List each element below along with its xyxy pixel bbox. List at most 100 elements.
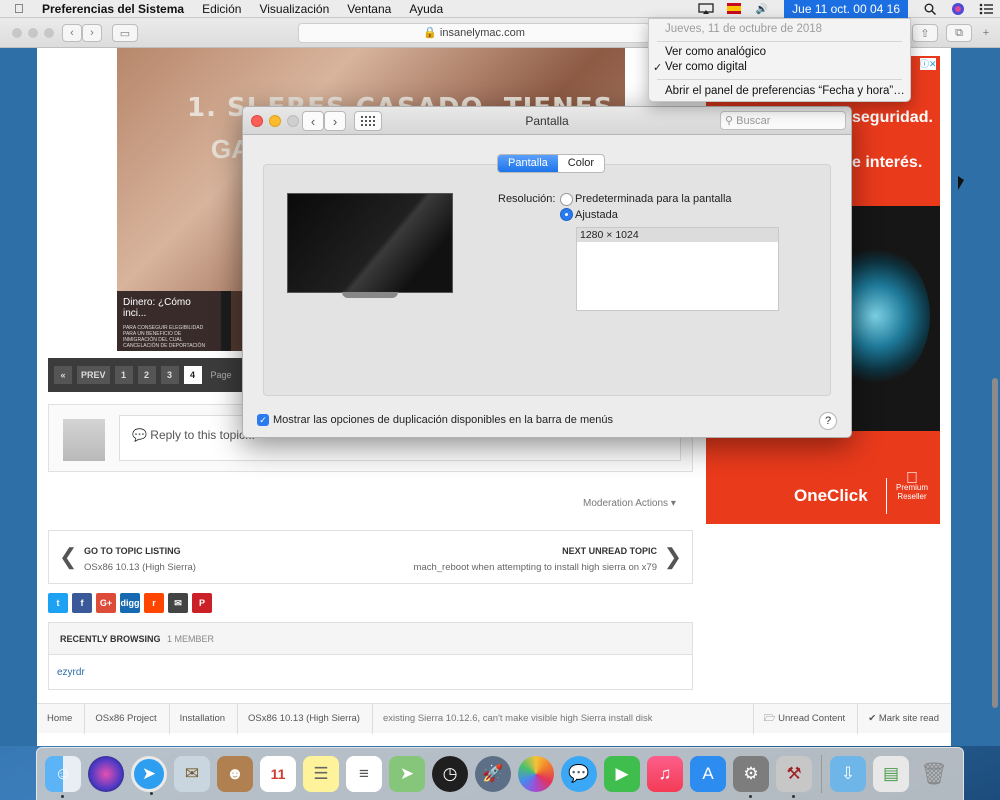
utility-icon[interactable]: ⚒ <box>776 756 812 798</box>
itunes-icon[interactable]: ♫ <box>647 756 683 792</box>
new-tab-icon[interactable]: + <box>976 24 996 42</box>
chevron-right-icon[interactable]: ❯ <box>664 544 682 570</box>
page-2-button[interactable]: 2 <box>137 366 156 384</box>
checkmark-icon: ✔ <box>868 713 879 724</box>
share-button[interactable]: digg <box>120 593 140 613</box>
radio-default-resolution[interactable] <box>560 193 573 206</box>
scroll-thumb[interactable] <box>992 378 998 708</box>
clock-menu: Jueves, 11 de octubre de 2018 Ver como a… <box>648 18 911 102</box>
input-source-flag-icon[interactable] <box>725 2 743 16</box>
finder-icon[interactable]: ☺ <box>45 756 81 798</box>
mark-site-read-link[interactable]: ✔ Mark site read <box>857 703 951 734</box>
menu-edicion[interactable]: Edición <box>202 2 241 16</box>
siri-icon[interactable] <box>88 756 124 792</box>
menu-ventana[interactable]: Ventana <box>347 2 391 16</box>
member-link[interactable]: ezyrdr <box>49 655 692 690</box>
facetime-icon[interactable]: ▶ <box>604 756 640 792</box>
current-page-button[interactable]: 4 <box>183 366 202 384</box>
prefs-search-field[interactable]: ⚲ Buscar <box>720 111 846 130</box>
running-indicator <box>150 792 153 795</box>
mirror-options-checkbox[interactable]: ✓ <box>257 414 269 426</box>
mirror-options-label[interactable]: Mostrar las opciones de duplicación disp… <box>273 414 613 426</box>
sidebar-toggle-icon[interactable]: ▭ <box>112 24 138 42</box>
siri-icon[interactable] <box>949 2 967 16</box>
maps-icon[interactable]: ➤ <box>389 756 425 792</box>
spotlight-search-icon[interactable] <box>921 2 939 16</box>
chevron-left-icon[interactable]: ❮ <box>59 544 77 570</box>
page-1-button[interactable]: 1 <box>114 366 133 384</box>
contacts-icon[interactable]: ☻ <box>217 756 253 792</box>
prefs-tab-control: Pantalla Color <box>497 154 606 173</box>
launchpad-icon[interactable]: 🚀 <box>475 756 511 792</box>
share-button[interactable]: r <box>144 593 164 613</box>
app-store-icon[interactable]: A <box>690 756 726 792</box>
resolution-label: Resolución: <box>498 193 556 205</box>
share-button[interactable]: ✉ <box>168 593 188 613</box>
share-button[interactable]: G+ <box>96 593 116 613</box>
video-thumbnail[interactable]: Dinero: ¿Cómo inci... PARA CONSEGUIR ELE… <box>117 291 221 351</box>
page-scrollbar[interactable] <box>990 48 1000 746</box>
mail-icon[interactable]: ✉ <box>174 756 210 792</box>
breadcrumb-osx86-project[interactable]: OSx86 Project <box>85 703 170 734</box>
photos-icon[interactable] <box>518 756 554 792</box>
clock-menu-date: Jueves, 11 de octubre de 2018 <box>665 23 823 35</box>
reminders-icon[interactable]: ≡ <box>346 756 382 792</box>
scaled-resolution-label[interactable]: Ajustada <box>575 209 618 221</box>
calendar-icon[interactable]: 11 <box>260 756 296 792</box>
breadcrumb-high-sierra[interactable]: OSx86 10.13 (High Sierra) <box>238 703 373 734</box>
back-button[interactable]: ‹ <box>62 24 82 42</box>
share-button[interactable]: t <box>48 593 68 613</box>
minimize-window-button[interactable] <box>28 28 38 38</box>
trash-icon[interactable]: 🗑 <box>916 756 952 792</box>
tab-pantalla[interactable]: Pantalla <box>498 155 558 172</box>
address-bar[interactable]: 🔒 insanelymac.com <box>298 23 650 43</box>
prev-page-button[interactable]: PREV <box>77 366 110 384</box>
breadcrumb-installation[interactable]: Installation <box>170 703 239 734</box>
document-stack-icon[interactable]: ▤ <box>873 756 909 792</box>
close-window-button[interactable] <box>12 28 22 38</box>
app-menu[interactable]: Preferencias del Sistema <box>42 2 184 16</box>
forward-button[interactable]: › <box>82 24 102 42</box>
unread-content-link[interactable]: 🗁 Unread Content <box>752 703 858 734</box>
resolution-list[interactable]: 1280 × 1024 <box>576 227 779 311</box>
breadcrumb-home[interactable]: Home <box>37 703 86 734</box>
next-unread-topic-link[interactable]: NEXT UNREAD TOPIC <box>562 546 657 556</box>
ad-divider <box>886 478 887 514</box>
breadcrumb: Home OSx86 Project Installation OSx86 10… <box>37 703 951 734</box>
system-preferences-icon[interactable]: ⚙ <box>733 756 769 798</box>
share-button[interactable]: f <box>72 593 92 613</box>
ad-choices-icon[interactable]: ⓘ✕ <box>920 58 937 70</box>
open-date-time-prefs-item[interactable]: Abrir el panel de preferencias “Fecha y … <box>665 85 905 97</box>
dashboard-icon[interactable]: ◷ <box>432 756 468 792</box>
safari-icon[interactable]: ➤ <box>131 756 167 795</box>
share-icon[interactable]: ⇧ <box>912 24 938 42</box>
downloads-folder-icon[interactable]: ⇩ <box>830 756 866 792</box>
breadcrumb-current-topic: existing Sierra 10.12.6, can't make visi… <box>382 713 653 724</box>
help-button[interactable]: ? <box>819 412 837 430</box>
view-analog-item[interactable]: Ver como analógico <box>665 46 766 58</box>
menu-visualizacion[interactable]: Visualización <box>259 2 329 16</box>
menubar-clock[interactable]: Jue 11 oct. 00 04 16 <box>784 0 908 18</box>
moderation-actions-menu[interactable]: Moderation Actions ▾ <box>583 498 676 509</box>
notification-center-icon[interactable] <box>977 2 995 16</box>
tabs-overview-icon[interactable]: ⧉ <box>946 24 972 42</box>
resolution-option[interactable]: 1280 × 1024 <box>577 228 778 242</box>
view-digital-item[interactable]: Ver como digital <box>665 61 747 73</box>
apple-menu-icon[interactable]:  <box>14 1 28 16</box>
go-to-topic-listing-link[interactable]: GO TO TOPIC LISTING <box>84 546 181 556</box>
page-3-button[interactable]: 3 <box>160 366 179 384</box>
tab-color[interactable]: Color <box>558 155 604 172</box>
first-page-button[interactable]: « <box>54 366 72 384</box>
volume-icon[interactable]: 🔊 <box>753 2 771 16</box>
airplay-mirror-icon[interactable] <box>697 2 715 16</box>
notes-icon[interactable]: ☰ <box>303 756 339 792</box>
radio-scaled-resolution[interactable] <box>560 208 573 221</box>
dock-separator <box>821 755 822 793</box>
messages-icon[interactable]: 💬 <box>561 756 597 792</box>
zoom-window-button[interactable] <box>44 28 54 38</box>
menu-ayuda[interactable]: Ayuda <box>409 2 443 16</box>
default-resolution-label[interactable]: Predeterminada para la pantalla <box>575 193 732 205</box>
share-button[interactable]: P <box>192 593 212 613</box>
mark-site-read-label: Mark site read <box>878 713 939 724</box>
thumbnail-divider <box>221 291 231 351</box>
